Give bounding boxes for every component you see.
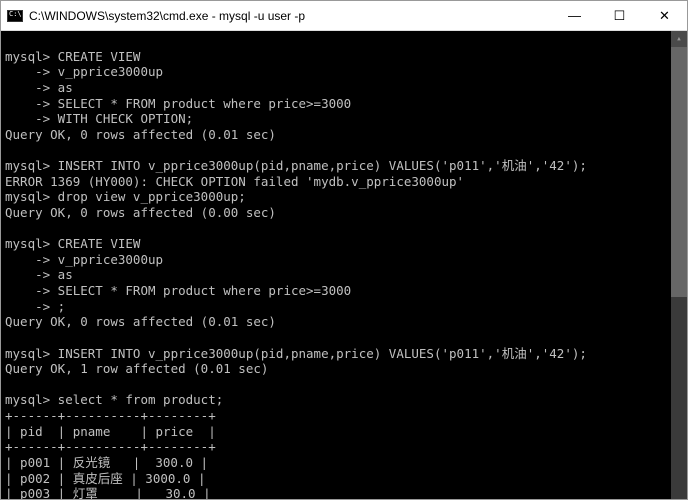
terminal-line: -> v_pprice3000up: [5, 252, 163, 267]
terminal-line: -> v_pprice3000up: [5, 64, 163, 79]
terminal-line: mysql> INSERT INTO v_pprice3000up(pid,pn…: [5, 346, 587, 361]
terminal-line: -> as: [5, 80, 73, 95]
titlebar[interactable]: C:\WINDOWS\system32\cmd.exe - mysql -u u…: [1, 1, 687, 31]
terminal-line: Query OK, 0 rows affected (0.01 sec): [5, 314, 276, 329]
cmd-window: C:\WINDOWS\system32\cmd.exe - mysql -u u…: [0, 0, 688, 500]
terminal-line: -> SELECT * FROM product where price>=30…: [5, 96, 351, 111]
window-title: C:\WINDOWS\system32\cmd.exe - mysql -u u…: [29, 9, 552, 23]
terminal-line: mysql> select * from product;: [5, 392, 223, 407]
terminal-line: mysql> CREATE VIEW: [5, 49, 140, 64]
table-border: +------+----------+--------+: [5, 439, 216, 454]
terminal-line: mysql> INSERT INTO v_pprice3000up(pid,pn…: [5, 158, 587, 173]
terminal-line: mysql> CREATE VIEW: [5, 236, 140, 251]
table-row: | p003 | 灯罩 | 30.0 |: [5, 486, 211, 499]
maximize-button[interactable]: ☐: [597, 1, 642, 30]
terminal-line: -> WITH CHECK OPTION;: [5, 111, 193, 126]
scroll-up-icon[interactable]: ▴: [671, 31, 687, 47]
table-row: | p001 | 反光镜 | 300.0 |: [5, 455, 208, 470]
minimize-button[interactable]: —: [552, 1, 597, 30]
terminal-line: Query OK, 0 rows affected (0.00 sec): [5, 205, 276, 220]
maximize-icon: ☐: [614, 8, 626, 24]
window-controls: — ☐ ✕: [552, 1, 687, 30]
terminal-line: mysql> drop view v_pprice3000up;: [5, 189, 246, 204]
terminal-output[interactable]: mysql> CREATE VIEW -> v_pprice3000up -> …: [1, 31, 687, 499]
minimize-icon: —: [568, 8, 581, 23]
close-button[interactable]: ✕: [642, 1, 687, 30]
table-header: | pid | pname | price |: [5, 424, 216, 439]
table-border: +------+----------+--------+: [5, 408, 216, 423]
terminal-line: -> SELECT * FROM product where price>=30…: [5, 283, 351, 298]
scrollbar[interactable]: ▴: [671, 31, 687, 499]
terminal-line: -> ;: [5, 299, 65, 314]
terminal-line: -> as: [5, 267, 73, 282]
table-row: | p002 | 真皮后座 | 3000.0 |: [5, 471, 206, 486]
scroll-thumb[interactable]: [671, 47, 687, 297]
terminal-line: Query OK, 0 rows affected (0.01 sec): [5, 127, 276, 142]
terminal-line: Query OK, 1 row affected (0.01 sec): [5, 361, 268, 376]
cmd-icon: [7, 10, 23, 22]
close-icon: ✕: [659, 8, 670, 24]
terminal-line: ERROR 1369 (HY000): CHECK OPTION failed …: [5, 174, 464, 189]
